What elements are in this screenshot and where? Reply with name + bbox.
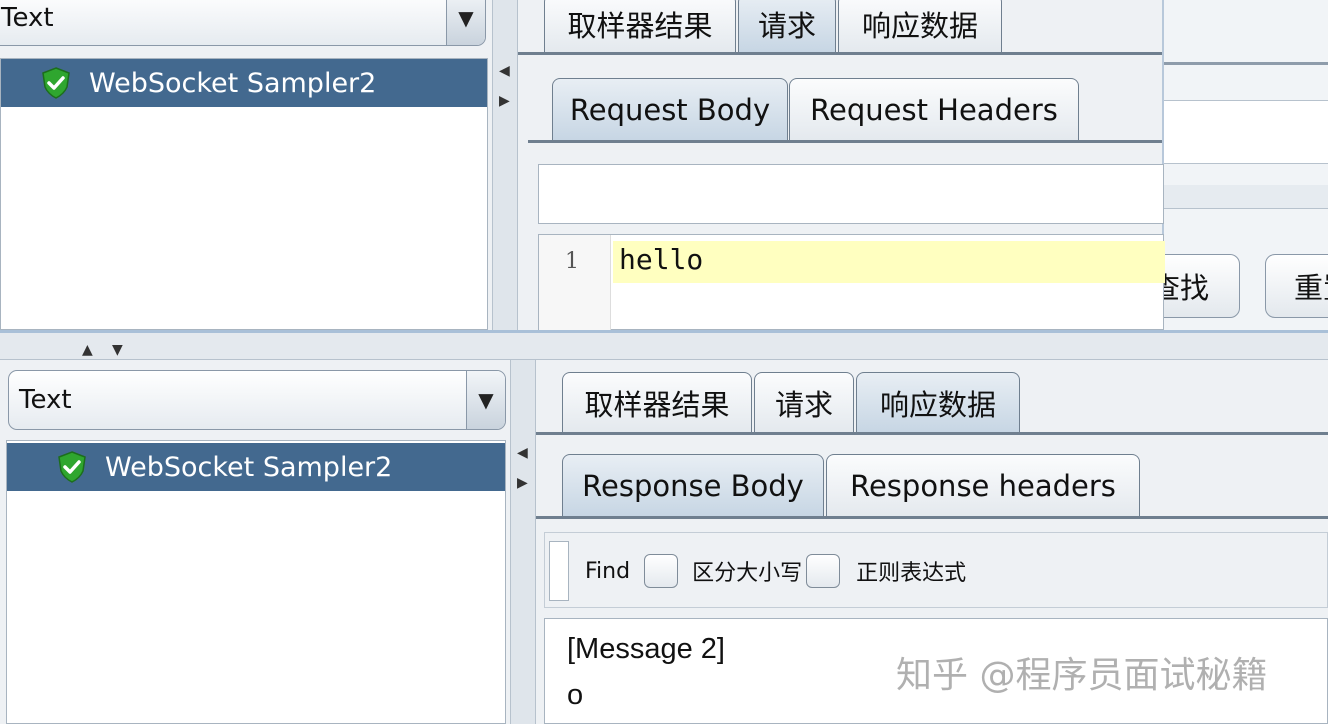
top-main-tabline	[518, 52, 1162, 55]
tab-label: 响应数据	[879, 387, 996, 422]
find-label: Find	[585, 558, 631, 584]
reset-button[interactable]: 重置	[1265, 254, 1328, 318]
top-left-panel: Text ▼ WebSocket Sampler2	[0, 0, 492, 330]
tab-label: 请求	[774, 387, 833, 422]
tab-label: 取样器结果	[584, 387, 730, 422]
top-renderer-combo[interactable]: Text ▼	[0, 0, 486, 46]
regex-label: 正则表达式	[856, 561, 967, 586]
tab-request-body[interactable]: Request Body	[552, 78, 788, 140]
background-field	[1160, 100, 1328, 164]
bottom-sub-tabline	[536, 516, 1328, 519]
bottom-tree-item-label: WebSocket Sampler2	[105, 451, 393, 483]
background-tabline	[1160, 62, 1328, 65]
response-line-2: o	[567, 679, 584, 711]
bottom-tab-response-data[interactable]: 响应数据	[856, 372, 1020, 432]
background-field2	[1160, 185, 1328, 209]
top-main-tabs: 取样器结果 请求 响应数据	[544, 0, 1164, 52]
regex-checkbox[interactable]	[806, 554, 841, 588]
arrow-left-icon[interactable]: ◀	[499, 64, 510, 78]
tab-response-body[interactable]: Response Body	[562, 454, 824, 516]
top-tree-item-label: WebSocket Sampler2	[89, 67, 377, 99]
tab-label: Request Body	[569, 92, 771, 127]
chevron-down-icon[interactable]: ▼	[446, 0, 485, 45]
line-number: 1	[565, 249, 579, 274]
tab-label: 响应数据	[861, 8, 978, 43]
bottom-main-tabline	[536, 432, 1328, 435]
case-sensitive-label: 区分大小写	[692, 561, 803, 586]
top-sub-tabs: Request Body Request Headers	[552, 78, 1164, 140]
top-tab-response-data[interactable]: 响应数据	[838, 0, 1002, 52]
arrow-up-icon[interactable]: ▲	[82, 343, 93, 357]
top-right-panel: 取样器结果 请求 响应数据 Request Body Request Heade…	[518, 0, 1165, 331]
shield-check-icon	[57, 451, 87, 483]
arrow-down-icon[interactable]: ▼	[112, 343, 123, 357]
tab-label: Response Body	[582, 468, 804, 503]
bottom-renderer-combo-value: Text	[19, 385, 72, 415]
tab-label: Response headers	[850, 468, 1116, 503]
top-renderer-combo-value: Text	[1, 3, 54, 33]
bottom-vertical-splitter[interactable]: ◀ ▶	[510, 360, 536, 724]
tab-label: 请求	[757, 8, 816, 43]
tab-label: Request Headers	[810, 92, 1058, 127]
editor-line-text: hello	[619, 243, 704, 276]
top-tab-request[interactable]: 请求	[738, 0, 836, 52]
search-controls: Find 区分大小写 正则表达式	[585, 553, 966, 589]
horizontal-splitter[interactable]: ▲ ▼	[0, 330, 1328, 360]
response-line-1: [Message 2]	[567, 633, 725, 665]
bottom-tab-request[interactable]: 请求	[754, 372, 854, 432]
top-result-tree[interactable]: WebSocket Sampler2	[0, 58, 488, 330]
arrow-right-icon[interactable]: ▶	[499, 94, 510, 108]
top-tab-sampler-result[interactable]: 取样器结果	[544, 0, 736, 52]
bottom-sub-tabs: Response Body Response headers	[562, 454, 1328, 516]
case-sensitive-checkbox[interactable]	[644, 554, 679, 588]
search-input[interactable]	[549, 541, 569, 601]
tab-label: 取样器结果	[567, 8, 713, 43]
top-tree-item[interactable]: WebSocket Sampler2	[1, 59, 487, 107]
arrow-right-icon[interactable]: ▶	[517, 476, 528, 490]
search-bar: Find 区分大小写 正则表达式	[544, 532, 1328, 608]
bottom-result-tree[interactable]: WebSocket Sampler2	[6, 440, 506, 724]
watermark: 知乎 @程序员面试秘籍	[896, 655, 1268, 696]
top-search-field[interactable]	[538, 164, 1164, 224]
bottom-main-tabs: 取样器结果 请求 响应数据	[562, 372, 1328, 432]
arrow-left-icon[interactable]: ◀	[517, 446, 528, 460]
tab-response-headers[interactable]: Response headers	[826, 454, 1140, 516]
background-window: 查找 重置	[1120, 0, 1328, 330]
top-vertical-splitter[interactable]: ◀ ▶	[492, 0, 518, 330]
request-body-editor[interactable]: 1 hello	[538, 234, 1165, 331]
bottom-renderer-combo[interactable]: Text ▼	[8, 370, 506, 430]
bottom-left-panel: Text ▼ WebSocket Sampler2	[0, 360, 510, 724]
bottom-tree-item[interactable]: WebSocket Sampler2	[7, 443, 505, 491]
shield-check-icon	[41, 67, 71, 99]
tab-request-headers[interactable]: Request Headers	[789, 78, 1079, 140]
chevron-down-icon[interactable]: ▼	[466, 371, 505, 429]
reset-button-label: 重置	[1294, 271, 1328, 305]
top-sub-tabline	[528, 140, 1162, 143]
bottom-tab-sampler-result[interactable]: 取样器结果	[562, 372, 752, 432]
